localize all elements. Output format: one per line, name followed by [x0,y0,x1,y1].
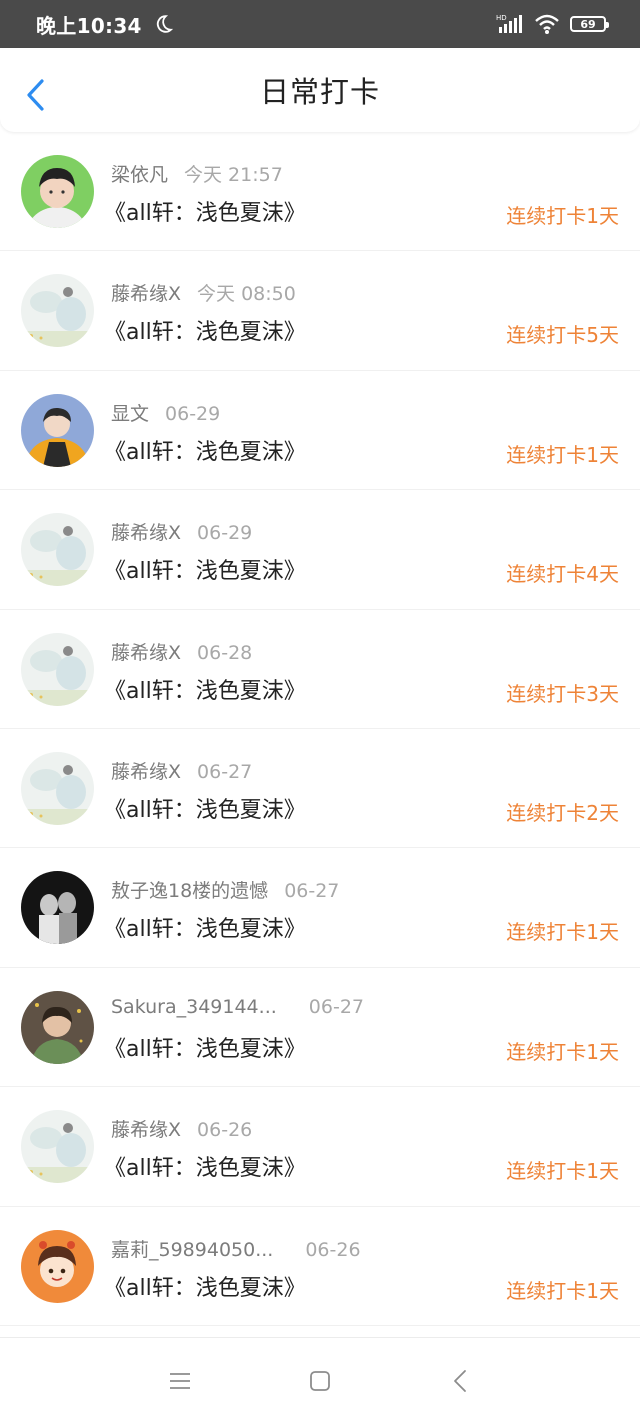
list-item[interactable]: 藤希缘X 今天 08:50 《all轩：浅色夏沫》 连续打卡5天 [0,251,640,371]
moon-icon [156,15,173,33]
user-name[interactable]: 藤希缘X [111,1119,181,1141]
back-triangle-icon [454,1369,466,1392]
checkin-time: 06-29 [197,522,253,545]
list-item[interactable]: 梁依凡 今天 21:57 《all轩：浅色夏沫》 连续打卡1天 [0,132,640,252]
avatar[interactable] [21,1110,94,1184]
item-meta: 藤希缘X 06-28 [111,638,252,665]
list-item[interactable]: 藤希缘X 06-26 《all轩：浅色夏沫》 连续打卡1天 [0,1087,640,1207]
item-meta: 梁依凡 今天 21:57 [111,160,283,187]
header: 日常打卡 [0,48,640,132]
wifi-icon [535,14,559,34]
network-label: HD [496,14,507,22]
home-square-icon [310,1370,330,1391]
status-bar: 晚上10:34 HD 69 [0,0,640,48]
checkin-time: 06-26 [305,1238,361,1261]
menu-icon [170,1372,190,1389]
back-button[interactable] [22,78,48,112]
list-item[interactable]: 藤希缘X 06-27 《all轩：浅色夏沫》 连续打卡2天 [0,729,640,849]
checkin-time: 06-26 [197,1119,253,1142]
streak-label: 连续打卡1天 [506,920,619,945]
list-item[interactable]: 显文 06-29 《all轩：浅色夏沫》 连续打卡1天 [0,371,640,491]
home-button[interactable] [300,1361,340,1401]
item-meta: 藤希缘X 今天 08:50 [111,279,296,306]
book-title[interactable]: 《all轩：浅色夏沫》 [104,195,306,227]
avatar[interactable] [21,393,94,467]
avatar[interactable] [21,632,94,706]
user-name[interactable]: Sakura_349144... [111,996,277,1018]
checkin-time: 06-29 [165,402,221,425]
user-name[interactable]: 显文 [111,403,149,425]
chevron-left-icon [27,79,44,111]
list-item[interactable]: 敖子逸18楼的遗憾 06-27 《all轩：浅色夏沫》 连续打卡1天 [0,848,640,968]
streak-label: 连续打卡3天 [506,681,619,706]
checkin-time: 06-28 [197,641,253,664]
user-name[interactable]: 藤希缘X [111,283,181,305]
checkin-time: 06-27 [197,760,253,783]
status-time: 晚上10:34 [36,13,142,38]
avatar[interactable] [21,274,94,348]
avatar[interactable] [21,513,94,587]
book-title[interactable]: 《all轩：浅色夏沫》 [104,314,306,346]
user-name[interactable]: 嘉莉_59894050... [111,1239,273,1261]
item-meta: 嘉莉_59894050... 06-26 [111,1235,361,1262]
user-name[interactable]: 敖子逸18楼的遗憾 [111,880,268,902]
avatar[interactable] [21,871,94,945]
list-item[interactable]: 嘉莉_59894050... 06-26 《all轩：浅色夏沫》 连续打卡1天 [0,1207,640,1326]
book-title[interactable]: 《all轩：浅色夏沫》 [104,553,306,585]
list-item[interactable]: Sakura_349144... 06-27 《all轩：浅色夏沫》 连续打卡1天 [0,968,640,1088]
item-meta: 藤希缘X 06-27 [111,757,252,784]
avatar[interactable] [21,990,94,1064]
user-name[interactable]: 藤希缘X [111,642,181,664]
user-name[interactable]: 梁依凡 [111,164,168,186]
battery-level: 69 [580,17,596,31]
user-name[interactable]: 藤希缘X [111,761,181,783]
streak-label: 连续打卡1天 [506,1159,619,1184]
signal-icon: HD [496,14,522,33]
item-meta: 敖子逸18楼的遗憾 06-27 [111,876,339,903]
book-title[interactable]: 《all轩：浅色夏沫》 [104,792,306,824]
avatar[interactable] [21,155,94,228]
system-back-button[interactable] [440,1361,480,1401]
system-nav-bar [0,1337,640,1423]
book-title[interactable]: 《all轩：浅色夏沫》 [104,1150,306,1182]
avatar[interactable] [21,1229,94,1303]
avatar[interactable] [21,751,94,825]
streak-label: 连续打卡2天 [506,800,619,825]
item-meta: Sakura_349144... 06-27 [111,996,364,1018]
list-item[interactable]: 藤希缘X 06-29 《all轩：浅色夏沫》 连续打卡4天 [0,490,640,610]
checkin-time: 06-27 [308,995,364,1018]
book-title[interactable]: 《all轩：浅色夏沫》 [104,673,306,705]
checkin-list: 梁依凡 今天 21:57 《all轩：浅色夏沫》 连续打卡1天 藤希缘X 今天 08… [0,132,640,1326]
status-icons: HD 69 [496,13,609,35]
book-title[interactable]: 《all轩：浅色夏沫》 [104,1031,306,1063]
checkin-time: 今天 21:57 [184,164,283,186]
streak-label: 连续打卡1天 [506,204,619,228]
streak-label: 连续打卡1天 [506,1278,619,1303]
streak-label: 连续打卡1天 [506,442,619,467]
battery-icon: 69 [570,16,609,32]
page-title: 日常打卡 [259,75,380,109]
list-item[interactable]: 藤希缘X 06-28 《all轩：浅色夏沫》 连续打卡3天 [0,610,640,729]
item-meta: 藤希缘X 06-29 [111,518,252,545]
streak-label: 连续打卡5天 [506,323,619,348]
book-title[interactable]: 《all轩：浅色夏沫》 [104,911,306,943]
book-title[interactable]: 《all轩：浅色夏沫》 [104,1270,306,1302]
streak-label: 连续打卡1天 [506,1039,619,1064]
book-title[interactable]: 《all轩：浅色夏沫》 [104,434,306,466]
menu-button[interactable] [160,1361,200,1401]
checkin-time: 今天 08:50 [197,283,296,306]
streak-label: 连续打卡4天 [506,562,619,587]
user-name[interactable]: 藤希缘X [111,522,181,544]
item-meta: 显文 06-29 [111,399,220,426]
item-meta: 藤希缘X 06-26 [111,1115,252,1142]
checkin-time: 06-27 [284,880,340,903]
